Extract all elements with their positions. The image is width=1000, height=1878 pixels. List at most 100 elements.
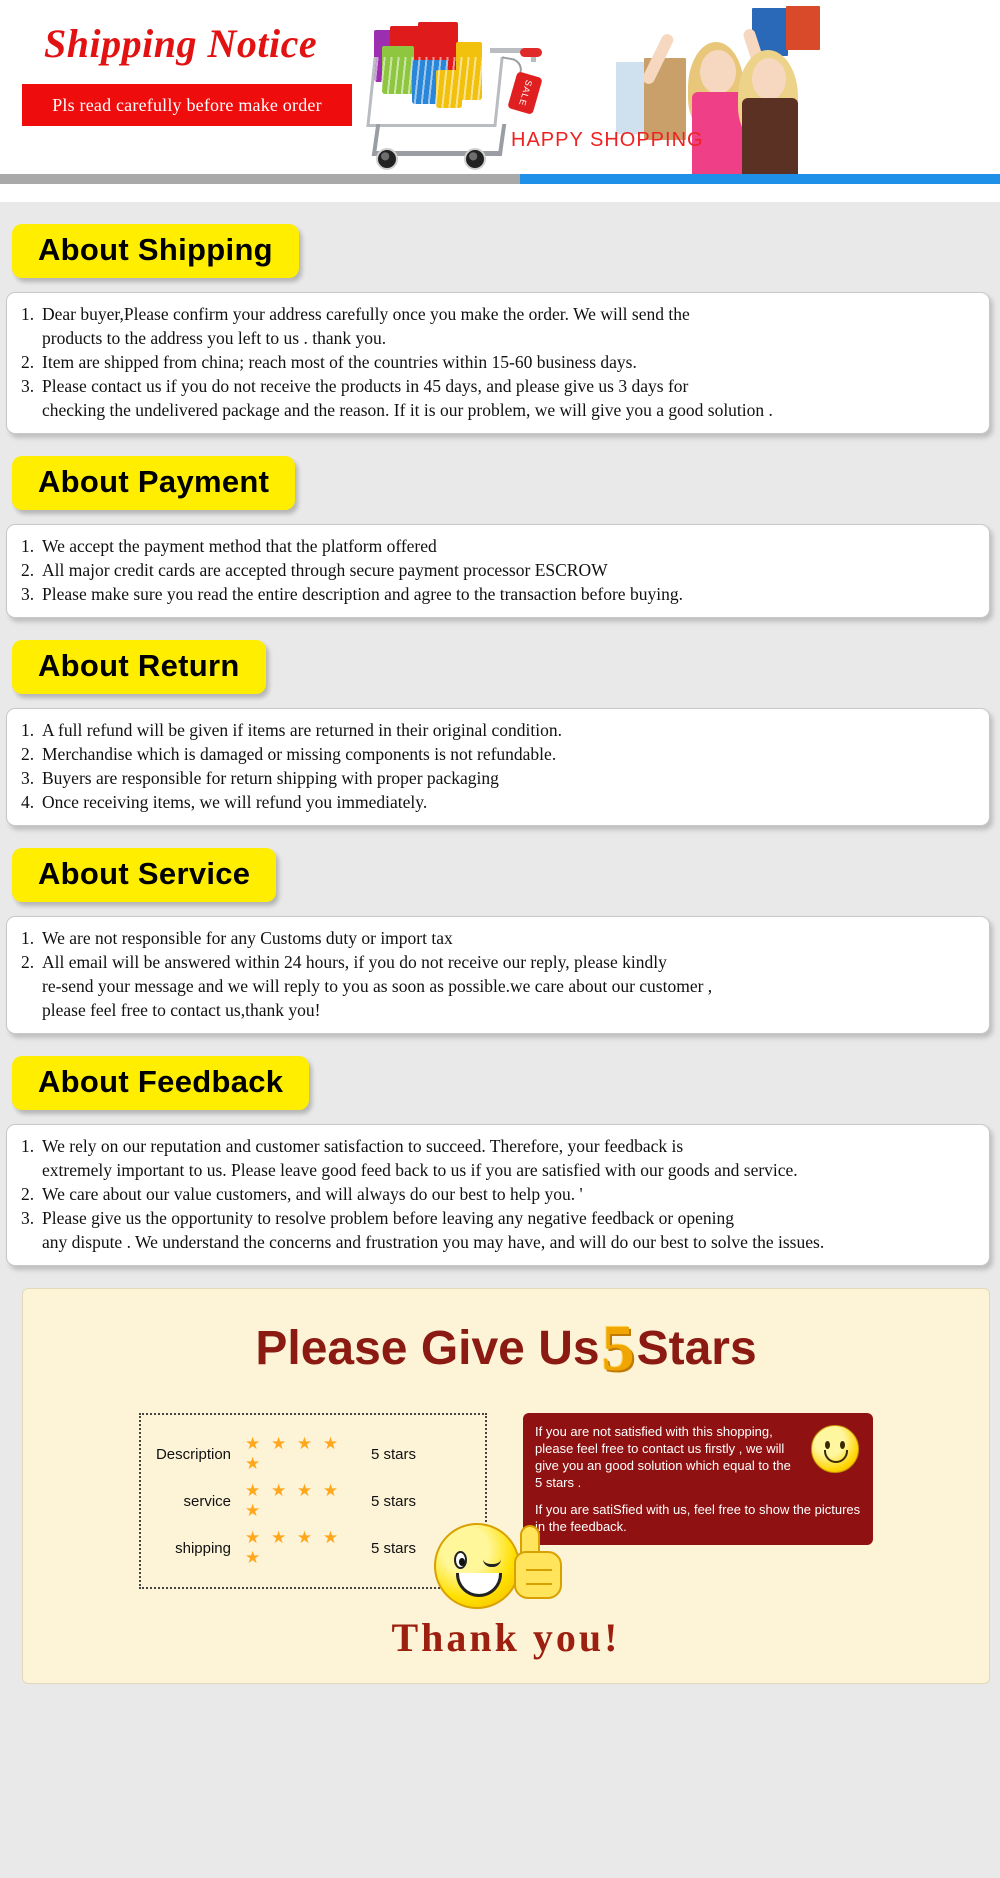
header-divider-blue <box>520 174 1000 184</box>
emoji-eye-open <box>454 1551 467 1569</box>
list-item: 2. We care about our value customers, and… <box>21 1182 975 1206</box>
section-tab-label: About Service <box>38 856 251 891</box>
notice-content: About Shipping 1. Dear buyer,Please confir… <box>0 202 1000 1694</box>
rating-value-description: 5 stars <box>371 1445 417 1463</box>
list-item-text: Buyers are responsible for return shippi… <box>42 768 499 788</box>
list-item: 4. Once receiving items, we will refund y… <box>21 790 975 814</box>
list-item: 3. Please make sure you read the entire d… <box>21 582 975 606</box>
emoji-eye-wink <box>483 1559 501 1567</box>
list-item-number: 1. <box>21 928 35 948</box>
list-item-text: All email will be answered within 24 hou… <box>42 952 713 1020</box>
read-carefully-banner: Pls read carefully before make order <box>22 84 352 126</box>
star-icons-service: ★ ★ ★ ★ ★ <box>245 1481 342 1520</box>
list-item-text: Merchandise which is damaged or missing … <box>42 744 557 764</box>
page-title: Shipping Notice <box>44 21 318 66</box>
cart-basket <box>366 57 504 127</box>
list-item-number: 4. <box>21 792 35 812</box>
section-about-payment: About Payment 1. We accept the payment met… <box>0 434 1000 618</box>
list-item-text: Item are shipped from china; reach most … <box>42 352 637 372</box>
list-item-number: 1. <box>21 720 35 740</box>
cart-wheel-left <box>376 148 398 170</box>
list-item-number: 2. <box>21 744 35 764</box>
section-about-feedback: About Feedback 1. We rely on our reputatio… <box>0 1034 1000 1266</box>
winking-thumbs-up-emoji <box>416 1517 596 1613</box>
section-about-shipping: About Shipping 1. Dear buyer,Please confir… <box>0 202 1000 434</box>
list-item: 1. Dear buyer,Please confirm your address… <box>21 302 975 350</box>
section-tab: About Feedback <box>12 1056 310 1110</box>
list-item-number: 1. <box>21 536 35 556</box>
emoji-smile <box>456 1573 502 1597</box>
rating-value-shipping: 5 stars <box>371 1539 417 1557</box>
thumbs-up-icon <box>508 1525 574 1603</box>
section-list: 1. A full refund will be given if items a… <box>21 718 975 814</box>
list-item-text: All major credit cards are accepted thro… <box>42 560 608 580</box>
list-item: 2. All major credit cards are accepted th… <box>21 558 975 582</box>
give-us-stars-headline: Please Give Us5Stars <box>23 1311 989 1387</box>
section-list: 1. We rely on our reputation and customer… <box>21 1134 975 1254</box>
section-tab: About Shipping <box>12 224 299 278</box>
list-item: 1. We rely on our reputation and customer… <box>21 1134 975 1182</box>
list-item-number: 1. <box>21 304 35 324</box>
list-item-number: 3. <box>21 768 35 788</box>
list-item-text: A full refund will be given if items are… <box>42 720 563 740</box>
list-item-text: Please contact us if you do not receive … <box>42 376 773 420</box>
list-item-text: Dear buyer,Please confirm your address c… <box>42 304 690 348</box>
section-tab-label: About Payment <box>38 464 270 499</box>
read-carefully-label: Pls read carefully before make order <box>52 94 322 115</box>
rating-row-service: service ★ ★ ★ ★ ★ 5 stars <box>155 1481 471 1521</box>
section-panel: 1. We accept the payment method that the … <box>6 524 990 618</box>
list-item-text: Once receiving items, we will refund you… <box>42 792 428 812</box>
list-item: 1. We accept the payment method that the … <box>21 534 975 558</box>
smiley-mouth <box>824 1450 848 1463</box>
star-icons-shipping: ★ ★ ★ ★ ★ <box>245 1528 342 1567</box>
list-item-number: 3. <box>21 584 35 604</box>
rating-row-description: Description ★ ★ ★ ★ ★ 5 stars <box>155 1434 471 1474</box>
list-item-text: We are not responsible for any Customs d… <box>42 928 453 948</box>
rating-label-shipping: shipping <box>175 1539 231 1557</box>
section-about-return: About Return 1. A full refund will be give… <box>0 618 1000 826</box>
section-panel: 1. A full refund will be given if items a… <box>6 708 990 826</box>
give-us-5-stars-panel: Please Give Us5Stars Description ★ ★ ★ ★… <box>22 1288 990 1684</box>
list-item: 3. Buyers are responsible for return ship… <box>21 766 975 790</box>
section-tab: About Service <box>12 848 277 902</box>
list-item: 2. Item are shipped from china; reach mos… <box>21 350 975 374</box>
section-tab-label: About Feedback <box>38 1064 284 1099</box>
thumb-knuckle-line-1 <box>526 1569 552 1571</box>
rating-label-description: Description <box>155 1445 231 1463</box>
rating-value-service: 5 stars <box>371 1492 417 1510</box>
list-item-number: 1. <box>21 1136 35 1156</box>
smiley-face-icon <box>811 1425 859 1473</box>
list-item: 2. All email will be answered within 24 h… <box>21 950 975 1022</box>
list-item-text: Please give us the opportunity to resolv… <box>42 1208 825 1252</box>
section-list: 1. Dear buyer,Please confirm your address… <box>21 302 975 422</box>
list-item-number: 2. <box>21 560 35 580</box>
cart-wheel-right <box>464 148 486 170</box>
list-item-number: 3. <box>21 376 35 396</box>
list-item-text: We accept the payment method that the pl… <box>42 536 437 556</box>
smiley-eye-left <box>825 1441 830 1449</box>
list-item-text: We care about our value customers, and w… <box>42 1184 583 1204</box>
happy-shoppers-photo <box>600 6 900 178</box>
happy-shopping-label: HAPPY SHOPPING <box>511 129 704 151</box>
smiley-eye-right <box>840 1441 845 1449</box>
headline-number-5: 5 <box>601 1312 635 1385</box>
section-tab-label: About Return <box>38 648 240 683</box>
headline-after-text: Stars <box>636 1322 757 1375</box>
list-item-number: 2. <box>21 1184 35 1204</box>
list-item: 1. We are not responsible for any Customs… <box>21 926 975 950</box>
list-item-number: 2. <box>21 352 35 372</box>
list-item-number: 2. <box>21 952 35 972</box>
section-panel: 1. We rely on our reputation and customer… <box>6 1124 990 1266</box>
section-list: 1. We are not responsible for any Customs… <box>21 926 975 1022</box>
thumb-fist <box>514 1551 562 1599</box>
headline-before-text: Please Give Us <box>255 1322 600 1375</box>
cart-handle-grip <box>520 48 542 57</box>
thank-you-text: Thank you! <box>391 1615 621 1660</box>
section-panel: 1. Dear buyer,Please confirm your address… <box>6 292 990 434</box>
list-item: 3. Please give us the opportunity to reso… <box>21 1206 975 1254</box>
section-tab: About Return <box>12 640 266 694</box>
thumb-knuckle-line-2 <box>526 1583 552 1585</box>
list-item: 1. A full refund will be given if items a… <box>21 718 975 742</box>
list-item: 2. Merchandise which is damaged or missin… <box>21 742 975 766</box>
section-tab-label: About Shipping <box>38 232 273 267</box>
